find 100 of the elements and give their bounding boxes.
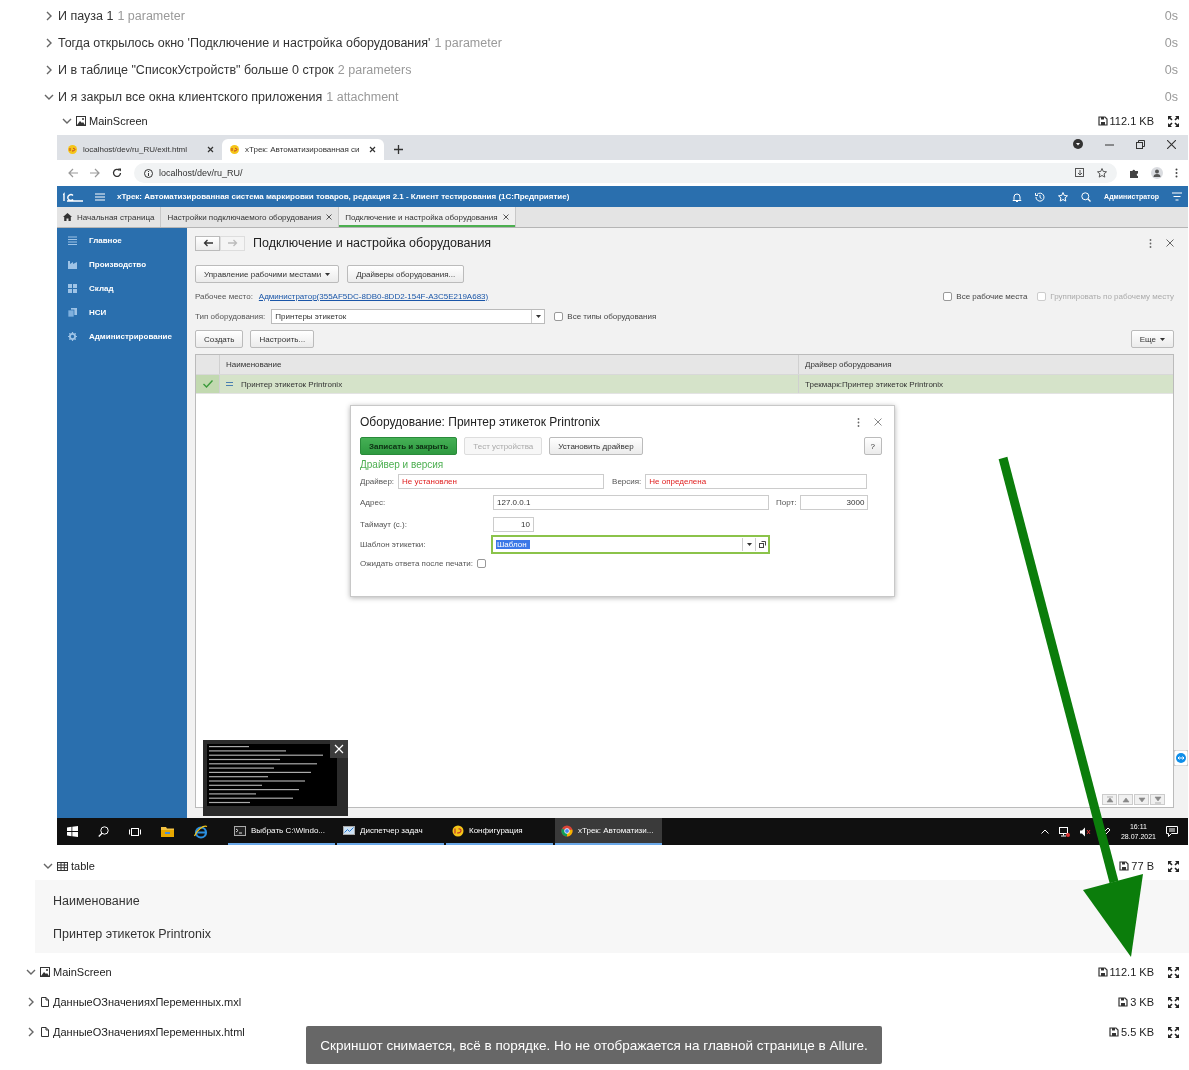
chevron-icon[interactable]: [26, 967, 36, 977]
toolbar-button[interactable]: Настроить...: [250, 330, 315, 348]
save-icon[interactable]: [1097, 967, 1108, 977]
taskbar-item[interactable]: xТрек: Автоматизи...: [555, 818, 662, 845]
driver-field[interactable]: Не установлен: [398, 473, 605, 489]
attachment-name[interactable]: MainScreen: [53, 966, 112, 978]
scroll-button[interactable]: [1102, 794, 1117, 805]
attachment-name[interactable]: table: [71, 860, 95, 872]
checkbox[interactable]: Все рабочие места: [943, 291, 1028, 301]
template-field[interactable]: Шаблон: [491, 535, 770, 554]
chevron-icon[interactable]: [44, 37, 54, 48]
scroll-button[interactable]: [1134, 794, 1149, 805]
back-button[interactable]: [195, 235, 220, 251]
dialog-button[interactable]: Записать и закрыть: [360, 437, 458, 455]
browser-tab[interactable]: xТрек: Автоматизированная си: [222, 139, 384, 160]
app-tab[interactable]: Начальная страница: [57, 207, 162, 227]
search-icon[interactable]: [98, 826, 109, 837]
close-icon[interactable]: [326, 214, 333, 220]
equipment-type-field[interactable]: Принтеры этикеток: [271, 308, 546, 324]
star-icon[interactable]: [1097, 168, 1107, 178]
menu-icon[interactable]: [1172, 192, 1182, 201]
scroll-button[interactable]: [1118, 794, 1133, 805]
folder-icon[interactable]: [161, 826, 174, 837]
step-title[interactable]: Тогда открылось окно 'Подключение и настройка оборудования': [58, 35, 431, 50]
taskbar-item[interactable]: Конфигурация: [446, 818, 553, 845]
more-icon[interactable]: [1175, 168, 1178, 178]
start-icon[interactable]: [67, 826, 78, 837]
more-icon[interactable]: [1149, 238, 1152, 248]
install-icon[interactable]: [1075, 168, 1085, 178]
save-icon[interactable]: [1118, 997, 1129, 1007]
notifications-icon[interactable]: [1166, 826, 1178, 837]
expand-icon[interactable]: [1168, 966, 1179, 978]
taskbar-item[interactable]: Диспетчер задач: [337, 818, 444, 845]
version-field[interactable]: Не определена: [645, 473, 868, 489]
close-icon[interactable]: [1167, 139, 1176, 149]
reload-icon[interactable]: [112, 168, 122, 178]
plus-icon[interactable]: [394, 145, 403, 154]
toolbar-button[interactable]: Управление рабочими местами: [195, 265, 340, 283]
chevron-icon[interactable]: [62, 116, 72, 126]
chevron-up-icon[interactable]: [1040, 829, 1049, 834]
sidebar-item[interactable]: НСИ: [57, 300, 187, 324]
task-view-icon[interactable]: [129, 826, 141, 837]
save-icon[interactable]: [1097, 116, 1108, 126]
menu-icon[interactable]: [95, 192, 105, 201]
address-field[interactable]: 127.0.0.1: [493, 494, 769, 510]
sidebar-item[interactable]: Склад: [57, 276, 187, 300]
toolbar-button[interactable]: Создать: [195, 330, 244, 348]
speaker-icon[interactable]: [1079, 826, 1091, 837]
toolbar-button[interactable]: Драйверы оборудования...: [347, 265, 465, 283]
more-icon[interactable]: [857, 417, 860, 427]
more-button[interactable]: Еще: [1130, 330, 1174, 348]
expand-icon[interactable]: [1168, 115, 1179, 127]
bell-icon[interactable]: [1012, 191, 1023, 202]
workplace-link[interactable]: Администратор(355AF5DC-8DB0-8DD2-154F-A3C5E219A683): [258, 291, 489, 301]
app-tab[interactable]: Подключение и настройка оборудования: [339, 207, 516, 227]
chevron-icon[interactable]: [26, 1027, 36, 1037]
help-button[interactable]: ?: [863, 437, 882, 455]
chevron-icon[interactable]: [44, 10, 54, 21]
close-icon[interactable]: [207, 146, 214, 153]
address-field[interactable]: localhost/dev/ru_RU/: [134, 163, 1117, 183]
close-icon[interactable]: [502, 214, 509, 220]
expand-icon[interactable]: [1168, 996, 1179, 1008]
forward-icon[interactable]: [90, 168, 100, 178]
dropdown-icon[interactable]: [1073, 139, 1083, 149]
window-preview[interactable]: [203, 740, 348, 816]
chevron-icon[interactable]: [44, 64, 54, 75]
table-row[interactable]: Принтер этикеток Printronix Трекмарк:Принтер этикеток Printronix: [196, 375, 1173, 394]
step-title[interactable]: И пауза 1: [58, 8, 114, 23]
browser-tab[interactable]: localhost/dev/ru_RU/exit.html: [60, 139, 222, 160]
step-title[interactable]: И я закрыл все окна клиентского приложения: [58, 89, 323, 104]
history-icon[interactable]: [1035, 191, 1046, 202]
column-header[interactable]: Драйвер оборудования: [798, 355, 1173, 374]
restore-icon[interactable]: [1136, 139, 1145, 149]
sidebar-item[interactable]: Администрирование: [57, 324, 187, 348]
timeout-field[interactable]: 10: [493, 516, 534, 532]
attachment-name[interactable]: ДанныеОЗначенияхПеременных.mxl: [53, 996, 242, 1008]
port-field[interactable]: 3000: [800, 494, 869, 510]
chevron-icon[interactable]: [26, 997, 36, 1007]
avatar-icon[interactable]: [1151, 167, 1163, 179]
remote-control-icon[interactable]: [1174, 750, 1188, 766]
save-icon[interactable]: [1119, 861, 1130, 871]
step-title[interactable]: И в таблице "СписокУстройств" больше 0 строк: [58, 62, 334, 77]
close-icon[interactable]: [369, 146, 376, 153]
dialog-button[interactable]: Установить драйвер: [549, 437, 643, 455]
expand-icon[interactable]: [1168, 860, 1179, 872]
save-icon[interactable]: [1108, 1027, 1119, 1037]
attachment-name[interactable]: ДанныеОЗначенияхПеременных.html: [53, 1026, 245, 1038]
close-icon[interactable]: [330, 740, 348, 758]
checkbox[interactable]: Все типы оборудования: [554, 311, 657, 321]
network-icon[interactable]: [1058, 826, 1070, 837]
expand-icon[interactable]: [1168, 1026, 1179, 1038]
chevron-icon[interactable]: [43, 861, 53, 871]
sidebar-item[interactable]: Производство: [57, 252, 187, 276]
scroll-button[interactable]: [1150, 794, 1165, 805]
attachment-name[interactable]: MainScreen: [89, 115, 148, 127]
back-icon[interactable]: [68, 168, 78, 178]
taskbar-item[interactable]: Выбрать C:\Windo...: [228, 818, 335, 845]
checkbox[interactable]: [477, 558, 486, 568]
column-header[interactable]: Наименование: [219, 355, 798, 374]
sidebar-item[interactable]: Главное: [57, 228, 187, 252]
